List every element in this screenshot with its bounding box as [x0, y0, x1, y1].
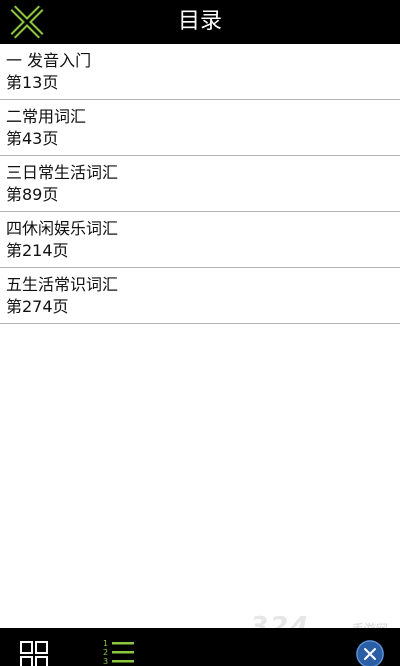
- grid-view-icon: [20, 641, 48, 666]
- toc-item-title: 一 发音入门: [6, 51, 92, 70]
- numbered-list-icon: 1 2 3: [103, 639, 134, 666]
- grid-view-button[interactable]: [20, 641, 48, 666]
- toc-item[interactable]: 三日常生活词汇 第89页: [0, 156, 400, 212]
- list-number-2: 2: [103, 648, 108, 657]
- toc-item-page: 第13页: [6, 73, 59, 92]
- toc-item-page: 第43页: [6, 129, 59, 148]
- toc-item-page: 第89页: [6, 185, 59, 204]
- list-number-1: 1: [103, 639, 108, 648]
- toc-list: 一 发音入门 第13页 二常用词汇 第43页 三日常生活词汇 第89页 四休闲娱…: [0, 44, 400, 324]
- toc-item-page: 第214页: [6, 241, 69, 260]
- toc-item-title: 二常用词汇: [6, 107, 87, 126]
- toc-item-page: 第274页: [6, 297, 69, 316]
- app-root: 目录 一 发音入门 第13页 二常用词汇 第43页 三日常生活词汇 第89页 四…: [0, 0, 400, 666]
- header-bar: 目录: [0, 0, 400, 44]
- bottom-toolbar: 1 2 3: [0, 628, 400, 666]
- toc-item[interactable]: 五生活常识词汇 第274页: [0, 268, 400, 324]
- toc-item[interactable]: 一 发音入门 第13页: [0, 44, 400, 100]
- list-number-3: 3: [103, 657, 108, 666]
- list-view-button[interactable]: 1 2 3: [102, 638, 136, 666]
- page-title: 目录: [177, 9, 222, 34]
- toc-item-title: 三日常生活词汇: [6, 163, 119, 182]
- toc-item[interactable]: 四休闲娱乐词汇 第214页: [0, 212, 400, 268]
- close-circle-button[interactable]: [356, 640, 384, 666]
- toc-item-title: 四休闲娱乐词汇: [6, 219, 119, 238]
- toc-item[interactable]: 二常用词汇 第43页: [0, 100, 400, 156]
- close-circle-icon: [356, 640, 384, 666]
- toc-item-title: 五生活常识词汇: [6, 275, 119, 294]
